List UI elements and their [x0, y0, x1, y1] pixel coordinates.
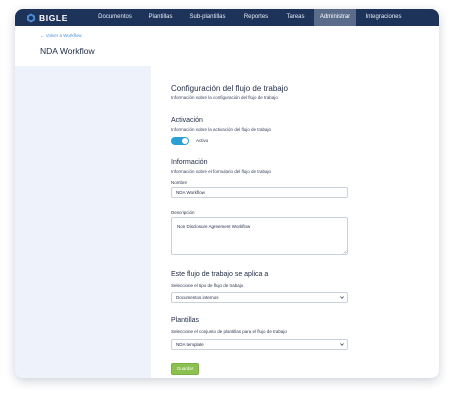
nav-item-administrar[interactable]: Administrar: [314, 9, 356, 26]
save-button[interactable]: Guardar: [171, 363, 199, 375]
page-header: ← Volver a Workflow NDA Workflow: [15, 26, 439, 67]
nav-item-reportes[interactable]: Reportes: [235, 9, 277, 26]
template-set-value: NDA template: [176, 342, 204, 347]
description-field: Non Disclosure Agreement Workflow: [171, 217, 348, 255]
active-toggle-label: Activo: [196, 138, 209, 143]
name-label: Nombre: [171, 180, 188, 185]
activation-description: Información sobre la activación del fluj…: [171, 127, 272, 132]
back-to-workflow-link[interactable]: ← Volver a Workflow: [40, 33, 82, 38]
nav-item-integraciones[interactable]: Integraciones: [356, 9, 411, 26]
logo-text: BIGLE: [39, 12, 68, 23]
main-nav: Documentos Plantillas Sub-plantillas Rep…: [89, 9, 411, 26]
section-title: Configuración del flujo de trabajo: [171, 84, 288, 93]
top-navbar: BIGLE Documentos Plantillas Sub-plantill…: [15, 9, 439, 26]
nav-item-sub-plantillas[interactable]: Sub-plantillas: [180, 9, 235, 26]
template-set-label: Seleccione el conjunto de plantillas par…: [171, 329, 287, 334]
nav-item-tareas[interactable]: Tareas: [277, 9, 314, 26]
logo[interactable]: BIGLE: [26, 12, 68, 23]
app-window: BIGLE Documentos Plantillas Sub-plantill…: [15, 9, 439, 378]
template-set-select[interactable]: NDA template: [171, 339, 348, 350]
section-description: Información sobre la configuración del f…: [171, 95, 278, 100]
information-title: Información: [171, 159, 208, 166]
description-label: Descripción: [171, 210, 195, 215]
page-title: NDA Workflow: [40, 46, 95, 56]
toggle-knob: [182, 138, 188, 144]
activation-title: Activación: [171, 117, 203, 124]
workflow-type-select[interactable]: Documentos internos: [171, 292, 348, 303]
workflow-type-label: Seleccione el tipo de flujo de trabajo: [171, 283, 244, 288]
resize-handle-icon[interactable]: [343, 250, 347, 254]
nav-item-documentos[interactable]: Documentos: [89, 9, 141, 26]
description-textarea[interactable]: Non Disclosure Agreement Workflow: [171, 217, 348, 255]
information-description: Información sobre el formulario del fluj…: [171, 169, 272, 174]
left-panel: [15, 66, 151, 378]
chevron-down-icon: [340, 343, 344, 346]
active-toggle[interactable]: [171, 137, 189, 145]
applies-to-title: Este flujo de trabajo se aplica a: [171, 271, 269, 278]
chevron-down-icon: [340, 296, 344, 299]
workflow-type-value: Documentos internos: [176, 295, 219, 300]
hexagon-logo-icon: [27, 13, 35, 22]
name-input[interactable]: [171, 187, 348, 198]
nav-item-plantillas[interactable]: Plantillas: [141, 9, 180, 26]
templates-title: Plantillas: [171, 317, 200, 324]
workflow-form: Configuración del flujo de trabajo Infor…: [151, 66, 439, 378]
